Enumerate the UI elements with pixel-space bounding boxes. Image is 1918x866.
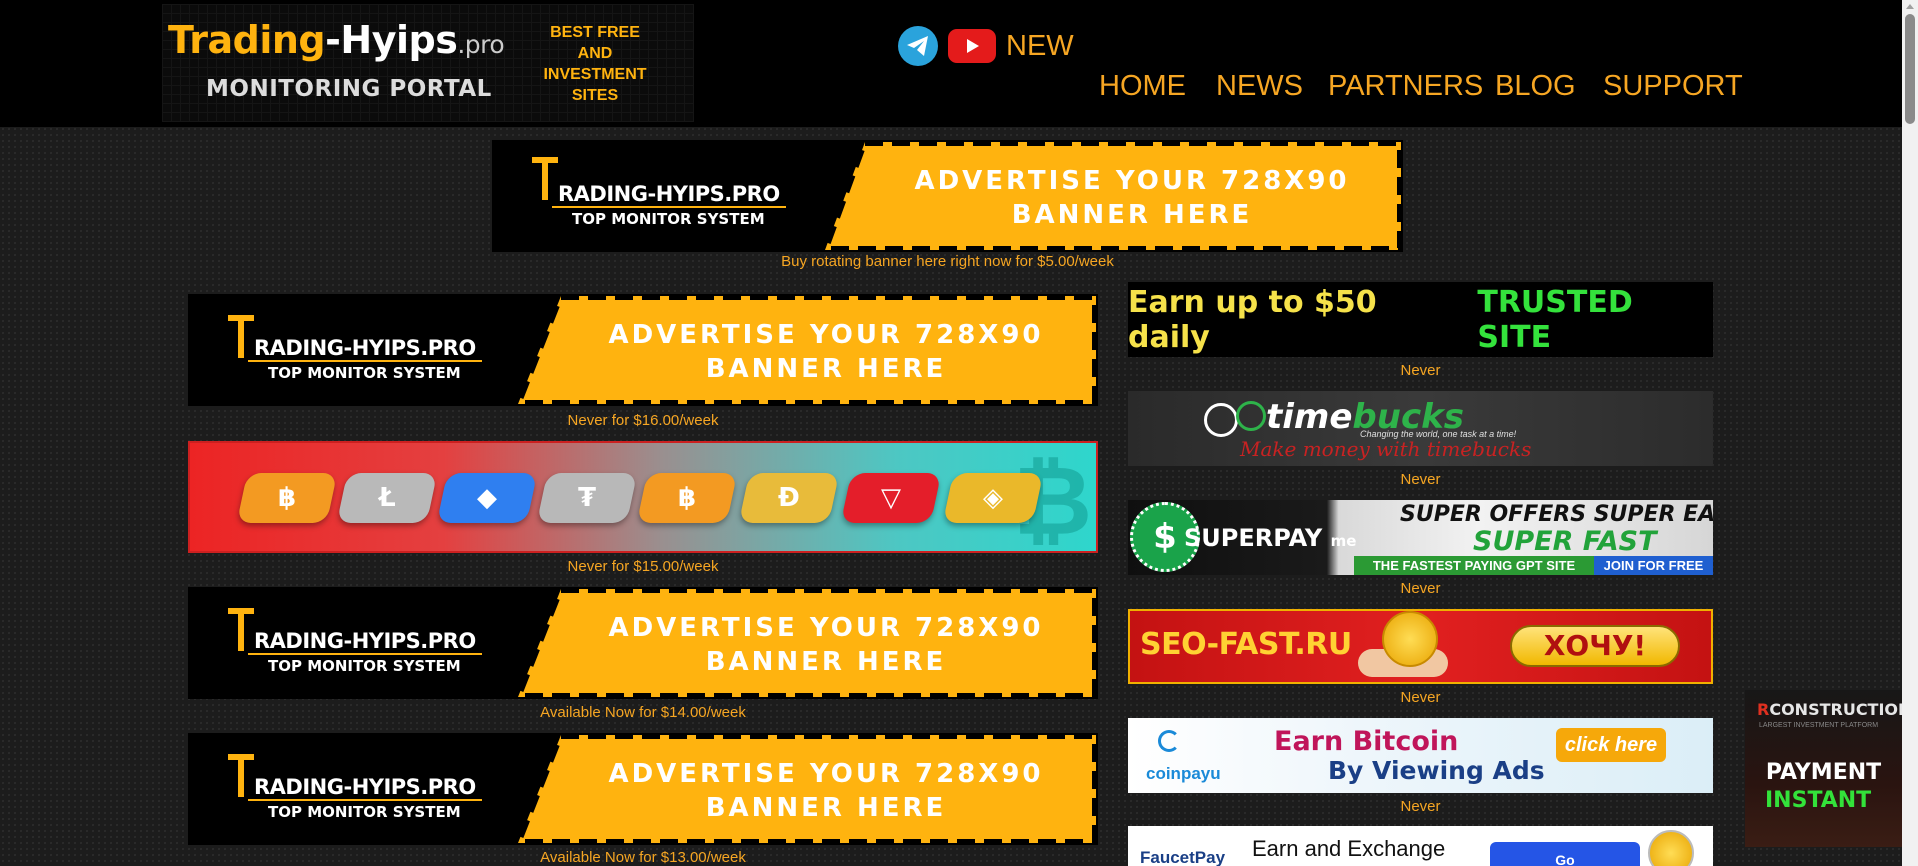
nav-support[interactable]: SUPPORT [1603,70,1743,103]
banner-subtitle: TOP MONITOR SYSTEM [268,657,461,675]
social-links: NEW [898,26,1074,66]
bitcoin-coin-icon: ฿ [636,473,738,523]
banner-subtitle: TOP MONITOR SYSTEM [572,210,765,228]
seo-fast-button[interactable]: ХОЧУ! [1510,625,1680,667]
coinpayu-caption[interactable]: Never [1128,798,1713,815]
superpay-subheadline: SUPER FAST [1473,526,1657,557]
site-logo[interactable]: Trading-Hyips.pro MONITORING PORTAL BEST… [162,4,694,122]
seo-fast-logo: SEO-FAST.RU [1140,627,1352,662]
nav-news[interactable]: NEWS [1216,70,1303,103]
coinpayu-logo-icon [1158,730,1180,752]
construction-instant-text: INSTANT [1765,788,1872,813]
site-header: Trading-Hyips.pro MONITORING PORTAL BEST… [0,0,1902,127]
litecoin-coin-icon: Ł [336,473,438,523]
coinpayu-click-button[interactable]: click here [1556,728,1666,762]
brand-underline [248,799,482,801]
coinpayu-logo: coinpayu [1146,764,1221,783]
timebucks-caption[interactable]: Never [1128,471,1713,488]
earn-50-daily-ad[interactable]: Earn up to $50 daily TRUSTED SITE [1128,282,1713,357]
superpay-caption[interactable]: Never [1128,580,1713,597]
nav-partners[interactable]: PARTNERS [1328,70,1483,103]
banner-cta-text: ADVERTISE YOUR 728X90 BANNER HERE [914,166,1350,230]
coinpayu-subheadline: By Viewing Ads [1328,756,1545,785]
crypto-coins-banner[interactable]: ₿ ฿ Ł ◆ ₮ ฿ Đ ▽ ◈ [188,441,1098,553]
scroll-up-arrow-icon[interactable] [1906,4,1914,9]
earn-ad-caption[interactable]: Never [1128,362,1713,379]
left-advertise-banner-1[interactable]: RADING-HYIPS.PRO TOP MONITOR SYSTEM ADVE… [188,294,1098,406]
faucetpay-logo: FaucetPay [1140,848,1226,866]
seo-fast-caption[interactable]: Never [1128,689,1713,706]
banner-brand: RADING-HYIPS.PRO [558,182,780,206]
trusted-site-text: TRUSTED SITE [1477,284,1633,355]
ethereum-coin-icon: ◆ [436,473,538,523]
banner-caption[interactable]: Never for $15.00/week [188,558,1098,575]
banner-cta-text: ADVERTISE YOUR 728X90 BANNER HERE [608,320,1044,384]
timebucks-logo-icon [1236,401,1266,431]
banner-caption[interactable]: Available Now for $14.00/week [188,704,1098,721]
brand-underline [552,206,786,208]
timebucks-script: Make money with timebucks [1240,437,1532,461]
logo-subtitle: MONITORING PORTAL [206,76,492,102]
logo-tagline: BEST FREE AND INVESTMENT SITES [543,24,647,104]
superpay-logo: SUPERPAY me [1184,524,1357,552]
scroll-thumb[interactable] [1905,14,1915,124]
top-banner-caption[interactable]: Buy rotating banner here right now for $… [492,253,1403,270]
coin-icon [1648,830,1694,866]
banner-brand: RADING-HYIPS.PRO [254,336,476,360]
construction-payment-text: PAYMENT [1765,760,1882,785]
brand-underline [248,360,482,362]
telegram-icon[interactable] [898,26,938,66]
brand-underline [248,653,482,655]
banner-brand: RADING-HYIPS.PRO [254,775,476,799]
dogecoin-coin-icon: Đ [738,473,840,523]
left-advertise-banner-3[interactable]: RADING-HYIPS.PRO TOP MONITOR SYSTEM ADVE… [188,587,1098,699]
timebucks-clock-icon [1204,403,1238,437]
superpay-ad[interactable]: $ SUPERPAY me SUPER OFFERS SUPER EARNING… [1128,500,1713,575]
nav-blog[interactable]: BLOG [1495,70,1576,103]
banner-cta-text: ADVERTISE YOUR 728X90 BANNER HERE [608,613,1044,677]
tether-coin-icon: ₮ [536,473,638,523]
page-scrollbar[interactable] [1902,0,1918,866]
superpay-headline: SUPER OFFERS SUPER EARNING [1400,502,1713,527]
seo-fast-ad[interactable]: SEO-FAST.RU ХОЧУ! [1128,609,1713,684]
faucetpay-ad[interactable]: FaucetPay Earn and Exchange Go [1128,826,1713,866]
coin-icon [1382,611,1438,667]
banner-subtitle: TOP MONITOR SYSTEM [268,364,461,382]
left-advertise-banner-4[interactable]: RADING-HYIPS.PRO TOP MONITOR SYSTEM ADVE… [188,733,1098,845]
faucetpay-go-button[interactable]: Go [1490,842,1640,866]
top-advertise-banner[interactable]: RADING-HYIPS.PRO TOP MONITOR SYSTEM ADVE… [492,140,1403,252]
banner-caption[interactable]: Available Now for $13.00/week [188,849,1098,866]
banner-cta-text: ADVERTISE YOUR 728X90 BANNER HERE [608,759,1044,823]
banner-brand: RADING-HYIPS.PRO [254,629,476,653]
banner-subtitle: TOP MONITOR SYSTEM [268,803,461,821]
youtube-icon[interactable] [948,29,996,63]
new-label[interactable]: NEW [1006,30,1074,63]
faucetpay-headline: Earn and Exchange [1252,836,1446,861]
logo-title: Trading-Hyips.pro [168,18,505,62]
banner-caption[interactable]: Never for $16.00/week [188,412,1098,429]
construction-floating-ad[interactable]: RCONSTRUCTION LARGEST INVESTMENT PLATFOR… [1745,690,1902,847]
coinpayu-ad[interactable]: coinpayu Earn Bitcoin By Viewing Ads cli… [1128,718,1713,793]
coinpayu-headline: Earn Bitcoin [1274,726,1459,757]
tron-coin-icon: ▽ [840,473,942,523]
earn-ad-text: Earn up to $50 daily [1128,284,1377,355]
nav-home[interactable]: HOME [1099,70,1186,103]
bnb-coin-icon: ◈ [942,473,1044,523]
superpay-join-button[interactable]: JOIN FOR FREE [1594,556,1713,575]
timebucks-ad[interactable]: timebucks Changing the world, one task a… [1128,391,1713,466]
construction-tagline: LARGEST INVESTMENT PLATFORM [1759,722,1879,729]
bitcoin-coin-icon: ฿ [236,473,338,523]
construction-logo: RCONSTRUCTION [1757,700,1902,719]
superpay-tagline: THE FASTEST PAYING GPT SITE [1354,556,1594,575]
